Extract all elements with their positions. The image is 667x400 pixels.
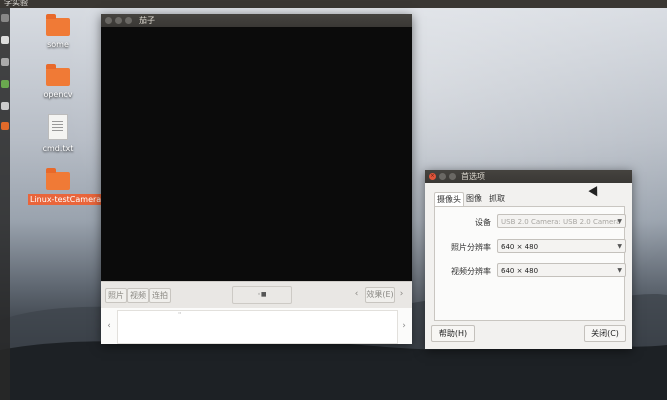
launcher-settings-icon[interactable] (1, 58, 9, 66)
camera-window-titlebar[interactable]: 茄子 (101, 14, 412, 27)
launcher-terminal-icon[interactable] (1, 102, 9, 110)
take-photo-button[interactable]: ◦■ (232, 286, 292, 304)
close-icon[interactable]: × (429, 173, 436, 180)
preferences-dialog: × 首选项 摄像头 图像 抓取 设备 USB 2.0 Camera: USB 2… (425, 170, 632, 349)
maximize-icon[interactable] (449, 173, 456, 180)
effects-button[interactable]: 效果(E) (365, 287, 395, 303)
top-panel-title: 学实验 (4, 0, 28, 7)
photo-resolution-label: 照片分辨率 (451, 243, 491, 252)
tab-camera[interactable]: 摄像头 (434, 192, 464, 207)
desktop-icon-label: Linux-testCamera (28, 194, 104, 205)
tab-image[interactable]: 图像 (463, 192, 485, 206)
folder-icon (46, 64, 70, 86)
photo-resolution-select[interactable]: 640 × 480 ▼ (497, 239, 626, 253)
launcher-firefox-icon[interactable] (1, 122, 9, 130)
preferences-titlebar[interactable]: × 首选项 (425, 170, 632, 183)
top-panel: 学实验 (0, 0, 667, 8)
device-label: 设备 (475, 218, 491, 227)
close-button[interactable]: 关闭(C) (584, 325, 626, 342)
photo-resolution-value: 640 × 480 (501, 243, 539, 251)
preferences-title: 首选项 (461, 172, 485, 181)
thumbnail-view[interactable]: " (117, 310, 398, 344)
maximize-icon[interactable] (125, 17, 132, 24)
video-resolution-value: 640 × 480 (501, 267, 539, 275)
close-icon[interactable] (105, 17, 112, 24)
desktop-icon-linux-testcamera[interactable]: Linux-testCamera (28, 168, 104, 205)
chevron-left-icon[interactable]: ‹ (351, 287, 362, 301)
minimize-icon[interactable] (439, 173, 446, 180)
help-button[interactable]: 帮助(H) (431, 325, 475, 342)
camera-toolbar: 照片 视频 连拍 ◦■ ‹ 效果(E) › (101, 281, 412, 309)
tab-capture[interactable]: 抓取 (486, 192, 508, 206)
launcher (0, 8, 10, 400)
thumb-chevron-right-icon[interactable]: › (400, 320, 408, 332)
folder-icon (46, 168, 70, 190)
folder-icon (46, 14, 70, 36)
device-select-value: USB 2.0 Camera: USB 2.0 Camera (501, 218, 621, 226)
burst-mode-button[interactable]: 连拍 (149, 288, 171, 303)
desktop-icon-label: opencv (43, 90, 73, 99)
video-mode-button[interactable]: 视频 (127, 288, 149, 303)
chevron-down-icon: ▼ (617, 218, 622, 225)
minimize-icon[interactable] (115, 17, 122, 24)
camera-window-title: 茄子 (139, 16, 155, 25)
device-select[interactable]: USB 2.0 Camera: USB 2.0 Camera ▼ (497, 214, 626, 228)
thumb-marker: " (178, 311, 182, 319)
photo-mode-button[interactable]: 照片 (105, 288, 127, 303)
text-file-icon (48, 114, 68, 140)
thumb-chevron-left-icon[interactable]: ‹ (105, 320, 113, 332)
chevron-down-icon: ▼ (617, 243, 622, 250)
chevron-down-icon: ▼ (617, 267, 622, 274)
video-resolution-label: 视频分辨率 (451, 267, 491, 276)
launcher-app-icon[interactable] (1, 80, 9, 88)
camera-viewfinder (101, 27, 412, 281)
camera-tab-panel: 设备 USB 2.0 Camera: USB 2.0 Camera ▼ 照片分辨… (434, 206, 626, 321)
launcher-files-icon[interactable] (1, 36, 9, 44)
desktop-icon-opencv[interactable]: opencv (28, 64, 88, 99)
launcher-search-icon[interactable] (1, 14, 9, 22)
chevron-right-icon[interactable]: › (396, 287, 407, 301)
desktop-icon-some[interactable]: some (28, 14, 88, 49)
desktop-icon-cmd-txt[interactable]: cmd.txt (28, 114, 88, 153)
camera-window: 茄子 照片 视频 连拍 ◦■ ‹ 效果(E) › ‹ " › (101, 14, 412, 344)
video-resolution-select[interactable]: 640 × 480 ▼ (497, 263, 626, 277)
desktop-icon-label: cmd.txt (42, 144, 74, 153)
desktop-icon-label: some (47, 40, 69, 49)
thumbnail-strip: ‹ " › (101, 308, 412, 344)
